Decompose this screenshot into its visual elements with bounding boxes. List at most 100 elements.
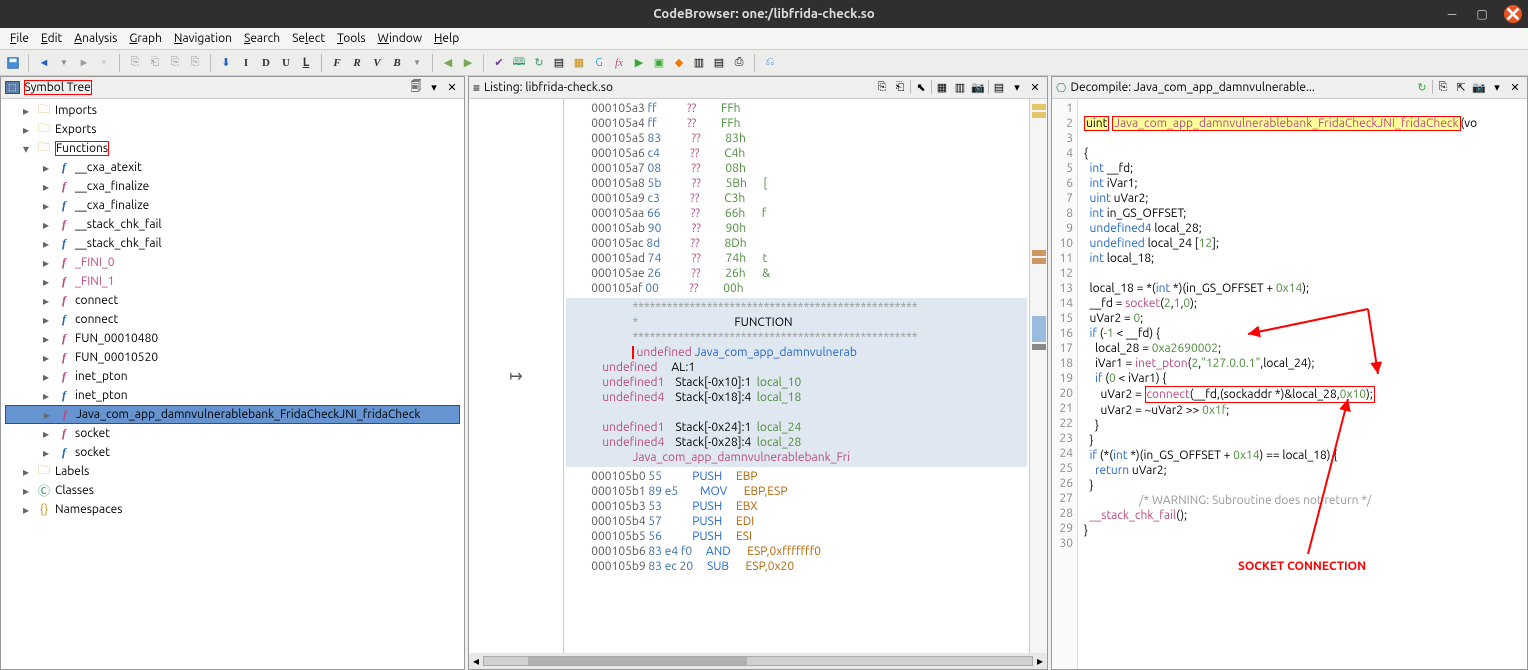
listing-row[interactable]: 000105a8 5b ?? 5Bh [ bbox=[572, 176, 1021, 191]
next-diff-icon[interactable]: ▶ bbox=[459, 54, 477, 72]
close-button[interactable] bbox=[1504, 5, 1522, 23]
menu-edit[interactable]: Edit bbox=[35, 30, 68, 47]
marker-current[interactable] bbox=[1032, 316, 1046, 342]
listing-row[interactable]: 000105a7 08 ?? 08h bbox=[572, 161, 1021, 176]
panel-snapshot-icon[interactable]: 🗐 bbox=[408, 80, 424, 96]
panel-close-icon[interactable]: ✕ bbox=[444, 80, 460, 96]
maximize-button[interactable]: ▢ bbox=[1474, 6, 1490, 22]
datatype-r-button[interactable]: R bbox=[348, 54, 366, 72]
datatype-i-button[interactable]: I bbox=[237, 54, 255, 72]
listing-row[interactable]: 000105aa 66 ?? 66h f bbox=[572, 206, 1021, 221]
listing-row[interactable]: 000105a9 c3 ?? C3h bbox=[572, 191, 1021, 206]
function-node[interactable]: ▸f_FINI_1 bbox=[5, 272, 460, 291]
debug-icon[interactable]: ▣ bbox=[650, 54, 668, 72]
forward-dropdown-icon[interactable]: ▼ bbox=[95, 54, 113, 72]
menu-file[interactable]: File bbox=[4, 30, 35, 47]
decompile-snapshot-icon[interactable]: 📷 bbox=[1471, 80, 1487, 96]
function-node[interactable]: ▸f__stack_chk_fail bbox=[5, 234, 460, 253]
menu-analysis[interactable]: Analysis bbox=[68, 30, 123, 47]
back-dropdown-icon[interactable]: ▼ bbox=[55, 54, 73, 72]
listing-row[interactable]: 000105b5 56 PUSH ESI bbox=[572, 529, 1021, 544]
prev-diff-icon[interactable]: ◀ bbox=[439, 54, 457, 72]
datatype-u-button[interactable]: U bbox=[277, 54, 295, 72]
listing-row[interactable]: 000105ad 74 ?? 74h t bbox=[572, 251, 1021, 266]
marker[interactable] bbox=[1032, 258, 1046, 264]
fn-icon[interactable]: fx bbox=[610, 54, 628, 72]
function-node[interactable]: ▸fconnect bbox=[5, 310, 460, 329]
listing-row[interactable]: 000105ae 26 ?? 26h & bbox=[572, 266, 1021, 281]
function-node[interactable]: ▸fconnect bbox=[5, 291, 460, 310]
menu-tools[interactable]: Tools bbox=[331, 30, 372, 47]
function-node[interactable]: ▸finet_pton bbox=[5, 367, 460, 386]
listing-row[interactable]: 000105ac 8d ?? 8Dh bbox=[572, 236, 1021, 251]
listing-overview-bar[interactable] bbox=[1029, 99, 1047, 653]
folder-labels[interactable]: ▸🗀Labels bbox=[5, 462, 460, 481]
panel-menu-icon[interactable]: ▾ bbox=[426, 80, 442, 96]
listing-copy-icon[interactable]: ⎘ bbox=[874, 80, 890, 96]
listing-menu-icon[interactable]: ▾ bbox=[1009, 80, 1025, 96]
marker[interactable] bbox=[1032, 344, 1046, 350]
gutter-arrow-icon[interactable]: ↦ bbox=[509, 367, 522, 386]
listing-row[interactable]: 000105b4 57 PUSH EDI bbox=[572, 514, 1021, 529]
down-arrow-icon[interactable]: ⬇ bbox=[217, 54, 235, 72]
function-node[interactable]: ▸f__stack_chk_fail bbox=[5, 215, 460, 234]
listing-row[interactable]: 000105b1 89 e5 MOV EBP,ESP bbox=[572, 484, 1021, 499]
listing-row[interactable]: 000105b0 55 PUSH EBP bbox=[572, 469, 1021, 484]
listing-close-icon[interactable]: ✕ bbox=[1027, 80, 1043, 96]
decompile-source[interactable]: uint Java_com_app_damnvulnerablebank_Fri… bbox=[1078, 99, 1527, 669]
listing-row[interactable]: 000105b9 83 ec 20 SUB ESP,0x20 bbox=[572, 559, 1021, 574]
folder-imports[interactable]: ▸🗀Imports bbox=[5, 101, 460, 120]
datatype-dropdown-icon[interactable]: ▼ bbox=[408, 54, 426, 72]
paste2-icon[interactable]: ⎘ bbox=[166, 54, 184, 72]
graph-icon[interactable]: G bbox=[590, 54, 608, 72]
save-icon[interactable] bbox=[4, 54, 22, 72]
function-node[interactable]: ▸fsocket bbox=[5, 424, 460, 443]
menu-select[interactable]: Select bbox=[286, 30, 331, 47]
copy-icon[interactable]: ⎘ bbox=[126, 54, 144, 72]
listing-row[interactable]: 000105af 00 ?? 00h bbox=[572, 281, 1021, 296]
menu-search[interactable]: Search bbox=[238, 30, 286, 47]
paste3-icon[interactable]: ⎘ bbox=[186, 54, 204, 72]
listing-diff-icon[interactable]: ▥ bbox=[952, 80, 968, 96]
function-node[interactable]: ▸f__cxa_finalize bbox=[5, 177, 460, 196]
forward-icon[interactable]: ► bbox=[75, 54, 93, 72]
marker[interactable] bbox=[1032, 250, 1046, 256]
folder-classes[interactable]: ▸ⒸClasses bbox=[5, 481, 460, 500]
bookmark-icon[interactable]: 🕮 bbox=[510, 54, 528, 72]
listing-fields-icon[interactable]: ▦ bbox=[934, 80, 950, 96]
listing-row[interactable]: 000105b3 53 PUSH EBX bbox=[572, 499, 1021, 514]
function-node[interactable]: ▸finet_pton bbox=[5, 386, 460, 405]
console-icon[interactable]: ▤ bbox=[550, 54, 568, 72]
datatype-b-button[interactable]: B bbox=[388, 54, 406, 72]
datatype-l-button[interactable]: L bbox=[297, 54, 315, 72]
tool3-icon[interactable]: ⎙ bbox=[730, 54, 748, 72]
undo-redo-icon[interactable]: ⎌ bbox=[761, 54, 779, 72]
folder-functions[interactable]: ▾🗀Functions bbox=[5, 139, 460, 158]
marker[interactable] bbox=[1032, 104, 1046, 110]
folder-namespaces[interactable]: ▸{}Namespaces bbox=[5, 500, 460, 519]
listing-snapshot-icon[interactable]: 📷 bbox=[970, 80, 986, 96]
menu-help[interactable]: Help bbox=[428, 30, 465, 47]
decompile-refresh-icon[interactable]: ↻ bbox=[1414, 80, 1430, 96]
paste-icon[interactable]: ⎗ bbox=[146, 54, 164, 72]
listing-code[interactable]: 000105a3 ff ?? FFh 000105a4 ff ?? FFh 00… bbox=[564, 99, 1029, 653]
listing-paste-icon[interactable]: ⎗ bbox=[892, 80, 908, 96]
function-node[interactable]: ▸f__cxa_finalize bbox=[5, 196, 460, 215]
decompile-menu-icon[interactable]: ▾ bbox=[1489, 80, 1505, 96]
function-node[interactable]: ▸fFUN_00010480 bbox=[5, 329, 460, 348]
folder-exports[interactable]: ▸🗀Exports bbox=[5, 120, 460, 139]
refresh-icon[interactable]: ↻ bbox=[530, 54, 548, 72]
function-node[interactable]: ▸f__cxa_atexit bbox=[5, 158, 460, 177]
menu-window[interactable]: Window bbox=[372, 30, 428, 47]
datatype-f-button[interactable]: F bbox=[328, 54, 346, 72]
listing-row[interactable]: 000105a6 c4 ?? C4h bbox=[572, 146, 1021, 161]
function-node[interactable]: ▸fJava_com_app_damnvulnerablebank_FridaC… bbox=[5, 405, 460, 424]
listing-row[interactable]: 000105a3 ff ?? FFh bbox=[572, 101, 1021, 116]
listing-gutter[interactable]: ↦ bbox=[469, 99, 564, 653]
listing-row[interactable]: 000105a5 83 ?? 83h bbox=[572, 131, 1021, 146]
decompile-copy-icon[interactable]: ⎘ bbox=[1435, 80, 1451, 96]
listing-hl-icon[interactable]: ▤ bbox=[991, 80, 1007, 96]
minimize-button[interactable]: ─ bbox=[1444, 6, 1460, 22]
marker[interactable] bbox=[1032, 112, 1046, 118]
menu-navigation[interactable]: Navigation bbox=[168, 30, 238, 47]
